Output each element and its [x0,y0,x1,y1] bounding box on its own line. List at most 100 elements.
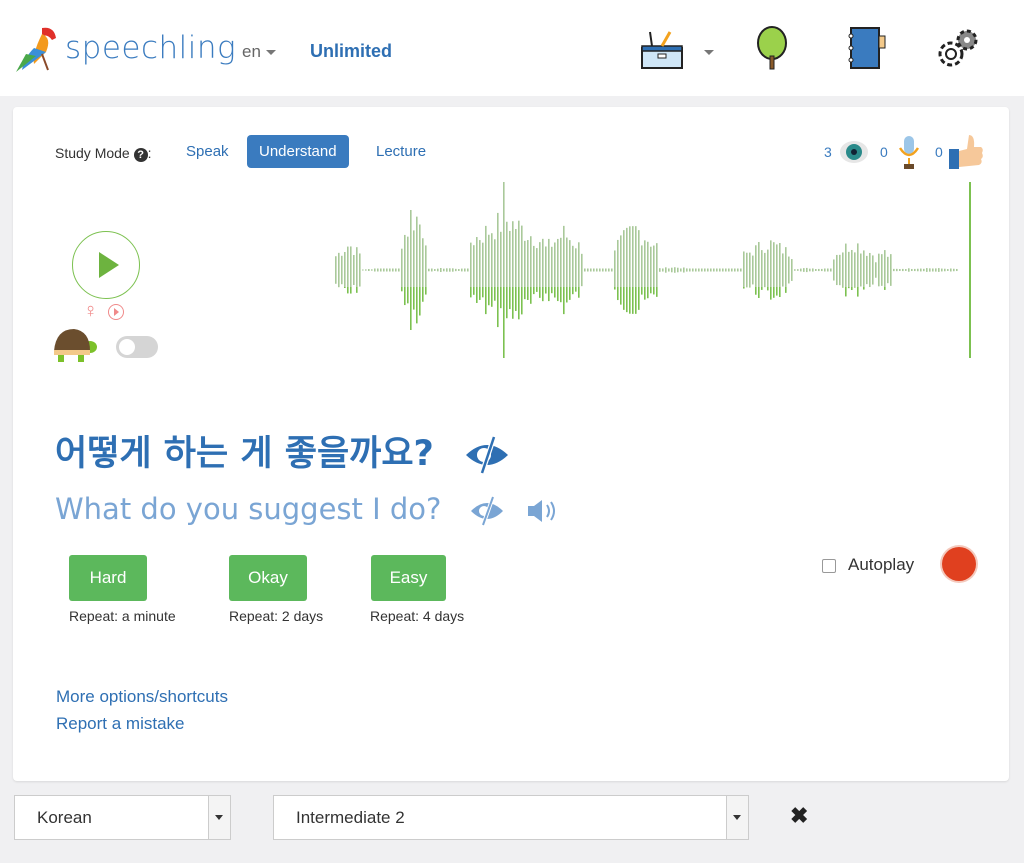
mode-speak[interactable]: Speak [174,135,241,168]
waveform-bar [920,268,922,272]
waveform-bar [572,245,574,287]
close-icon[interactable]: ✖ [790,803,808,829]
waveform-bar [884,250,886,287]
waveform-bar [395,268,397,272]
language-select[interactable]: Korean [14,795,231,840]
waveform-bar [377,268,379,272]
toolbox-icon[interactable] [640,28,686,70]
plan-link[interactable]: Unlimited [310,41,392,62]
brand-name[interactable]: speechling [65,30,236,66]
waveform-bar [500,231,502,287]
waveform-bar [686,268,688,272]
waveform-bar [803,268,805,272]
speaker-icon[interactable] [526,497,560,525]
waveform-bar [857,243,859,287]
waveform-bar [563,287,565,315]
waveform-bar [932,268,934,272]
waveform-bar [437,268,439,272]
waveform-bar [497,287,499,328]
waveform-bar [869,252,871,287]
waveform-bar [440,267,442,273]
waveform-bar [491,233,493,287]
parrot-logo-icon[interactable] [12,24,60,74]
waveform-bar [404,234,406,287]
waveform-bar [626,227,628,287]
waveform[interactable] [313,179,983,361]
report-mistake-link[interactable]: Report a mistake [56,714,185,734]
help-icon[interactable]: ? [133,148,148,162]
waveform-bar [551,246,553,287]
viewed-count: 3 [824,144,832,160]
waveform-bar [884,287,886,290]
waveform-bar [626,287,628,313]
hide-translation-eye-slash-icon[interactable] [469,495,505,527]
waveform-bar [677,267,679,273]
notebook-icon[interactable] [845,26,887,70]
hide-text-eye-slash-icon[interactable] [464,435,510,475]
waveform-bar [782,253,784,287]
translation-phrase: What do you suggest I do? [55,492,560,527]
play-button[interactable] [72,231,140,299]
slow-audio-toggle[interactable] [116,336,158,358]
waveform-bar [716,268,718,272]
waveform-bar [371,269,373,271]
microphone-icon [898,136,920,169]
waveform-bar [530,287,532,304]
thumbs-up-icon [949,135,983,169]
waveform-bar [842,287,844,288]
autoplay-option[interactable]: Autoplay [822,555,914,575]
waveform-bar [743,287,745,289]
waveform-bar [779,287,781,297]
waveform-bar [530,236,532,287]
waveform-bar [581,253,583,287]
waveform-bar [557,287,559,302]
settings-gear-icon[interactable] [935,26,981,72]
female-voice-icon[interactable]: ♀ [83,300,98,323]
autoplay-checkbox[interactable] [822,558,836,573]
level-select[interactable]: Intermediate 2 [273,795,749,840]
waveform-bar [818,268,820,272]
okay-button[interactable]: Okay [229,555,307,601]
waveform-bar [455,268,457,272]
record-button[interactable] [942,547,976,581]
dropdown-arrow-icon[interactable] [726,796,748,839]
waveform-bar [806,267,808,273]
waveform-bar [752,255,754,285]
play-voice-sample-icon[interactable] [108,304,124,320]
waveform-bar [497,212,499,287]
tools-caret-icon[interactable] [704,50,714,55]
waveform-bar [953,268,955,272]
dropdown-arrow-icon[interactable] [208,796,230,839]
waveform-bar [410,287,412,330]
waveform-bar [845,287,847,297]
hard-button[interactable]: Hard [69,555,147,601]
waveform-bar [572,287,574,295]
waveform-bar [899,269,901,271]
waveform-bar [620,235,622,287]
waveform-bar [482,287,484,298]
waveform-bar [857,287,859,297]
study-card: Study Mode ?: Speak Understand Lecture 3… [13,107,1009,781]
hard-repeat: Repeat: a minute [69,608,176,624]
waveform-bar [473,287,475,295]
waveform-bar [632,287,634,314]
waveform-bar [929,268,931,272]
waveform-bar [692,268,694,272]
waveform-bar [533,245,535,287]
waveform-bar [956,268,958,272]
more-options-link[interactable]: More options/shortcuts [56,687,228,707]
waveform-bar [464,268,466,272]
waveform-bar [608,268,610,272]
easy-button[interactable]: Easy [371,555,446,601]
waveform-bar [356,287,358,293]
waveform-bar [545,287,547,294]
mode-understand[interactable]: Understand [247,135,349,168]
waveform-bar [554,242,556,287]
waveform-bar [389,268,391,272]
waveform-bar [704,268,706,272]
tree-icon[interactable] [755,26,789,70]
language-dropdown[interactable]: en [242,42,276,62]
waveform-bar [635,287,637,314]
mode-lecture[interactable]: Lecture [364,135,438,168]
waveform-bar [938,268,940,272]
